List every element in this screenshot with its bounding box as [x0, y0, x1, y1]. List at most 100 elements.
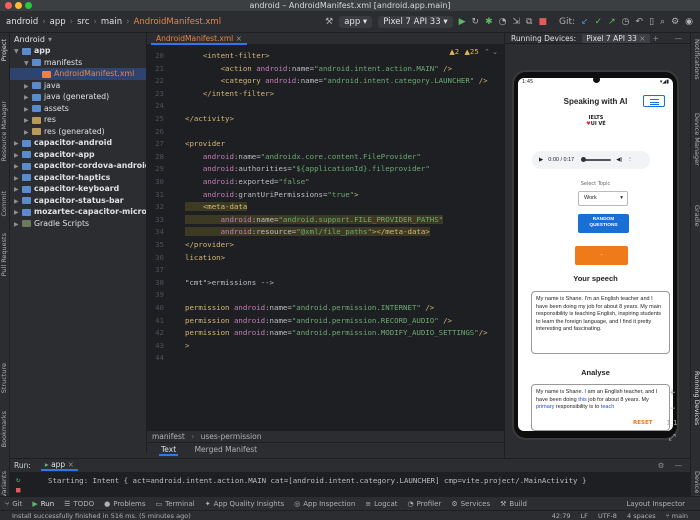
breadcrumb-manifest[interactable]: AndroidManifest.xml [132, 17, 224, 27]
project-view-header[interactable]: Android ▾ [10, 33, 146, 45]
device-tab[interactable]: Pixel 7 API 33 × [582, 33, 650, 43]
close-tab-icon[interactable]: × [236, 34, 242, 43]
tool-window-todo[interactable]: ☰ TODO [59, 500, 99, 508]
audio-progress-knob[interactable] [581, 157, 587, 162]
tool-window-services[interactable]: ⚙ Services [446, 500, 495, 508]
attach-debugger-icon[interactable]: ⧉ [523, 17, 535, 27]
minimize-window-button[interactable] [15, 2, 22, 9]
tool-window-git[interactable]: ⑂ Git [0, 500, 27, 508]
breadcrumb-manifest-tag[interactable]: manifest [152, 432, 185, 441]
fit-screen-icon[interactable]: ⤢ [666, 433, 678, 443]
tree-item[interactable]: ▶ java [10, 80, 146, 92]
volume-icon[interactable]: ◀) [616, 157, 622, 163]
build-hammer-icon[interactable]: ⚒ [322, 17, 336, 27]
audio-player[interactable]: ▶ 0:00 / 0:17 ◀) ⋮ [532, 151, 650, 169]
zoom-out-icon[interactable]: − [666, 404, 678, 414]
chevron-down-icon[interactable]: ▾ [48, 35, 52, 44]
inspection-badge[interactable]: ▲2 ▲25 ⌃ ⌄ [449, 48, 498, 56]
tree-item[interactable]: ▶ assets [10, 103, 146, 115]
tree-item[interactable]: ▼ manifests [10, 57, 146, 69]
reset-button[interactable]: RESET [633, 420, 652, 426]
topic-select[interactable]: Work ▾ [578, 191, 628, 206]
run-console[interactable]: ↻ ■ Starting: Intent { act=android.inten… [10, 472, 690, 496]
tool-window-logcat[interactable]: ≡ Logcat [360, 500, 402, 508]
tool-window-build[interactable]: ⚒ Build [495, 500, 532, 508]
minimize-panel-icon[interactable]: — [675, 34, 683, 43]
settings-gear-icon[interactable]: ⚙ [668, 17, 682, 27]
tool-device-manager[interactable]: Device Manager [691, 113, 700, 166]
tool-window-app-quality-insights[interactable]: ✦ App Quality Insights [200, 500, 289, 508]
line-separator[interactable]: LF [581, 512, 588, 520]
breadcrumb-uses-permission[interactable]: uses-permission [201, 432, 262, 441]
tree-item[interactable]: ▶capacitor-cordova-android-plu [10, 160, 146, 172]
run-tab-app[interactable]: ▸ app × [40, 460, 78, 471]
chevron-right-icon[interactable]: ▶ [14, 219, 22, 231]
tool-bookmarks[interactable]: Bookmarks [0, 411, 10, 447]
tree-item[interactable]: ▶ capacitor-keyboard [10, 183, 146, 195]
tree-item[interactable]: ▼ app [10, 45, 146, 57]
play-icon[interactable]: ▶ [539, 157, 543, 163]
tool-window-run[interactable]: ▶ Run [27, 500, 59, 508]
tool-window-profiler[interactable]: ◔ Profiler [403, 500, 447, 508]
tree-item[interactable]: ▶ capacitor-status-bar [10, 195, 146, 207]
git-commit-icon[interactable]: ✓ [592, 17, 606, 27]
tab-text[interactable]: Text [159, 445, 179, 456]
tree-item[interactable]: ▶ Gradle Scripts [10, 218, 146, 230]
close-tab-icon[interactable]: × [68, 460, 74, 469]
add-device-icon[interactable]: + [653, 34, 659, 43]
tool-window-problems[interactable]: ● Problems [99, 500, 150, 508]
cursor-position[interactable]: 42:79 [552, 512, 571, 520]
tree-item[interactable]: ▶ capacitor-haptics [10, 172, 146, 184]
tool-pull-requests[interactable]: Pull Requests [0, 233, 10, 276]
zoom-in-icon[interactable]: + [666, 388, 678, 398]
close-window-button[interactable] [5, 2, 12, 9]
git-history-icon[interactable]: ◷ [619, 17, 633, 27]
file-encoding[interactable]: UTF-8 [598, 512, 617, 520]
tree-item[interactable]: ▶ res (generated) [10, 126, 146, 138]
chevron-up-icon[interactable]: ⌃ [484, 48, 490, 56]
device-select[interactable]: Pixel 7 API 33 ▾ [378, 15, 453, 28]
hamburger-menu-button[interactable] [643, 95, 665, 107]
record-button[interactable]: - [575, 246, 628, 265]
breadcrumb-app[interactable]: app [48, 17, 68, 27]
stop-icon[interactable]: ■ [16, 485, 20, 494]
tool-window-app-inspection[interactable]: ◎ App Inspection [289, 500, 360, 508]
tree-item[interactable]: AndroidManifest.xml [10, 68, 146, 80]
zoom-actual-size[interactable]: 1:1 [666, 419, 678, 427]
code-editor[interactable]: 20 21 22 23 24 25 26 27 28 29 30 31 32 33 34 35 36 37 38 39… [147, 45, 504, 430]
tree-item[interactable]: ▶ capacitor-android [10, 137, 146, 149]
git-push-icon[interactable]: ↗ [605, 17, 619, 27]
git-rollback-icon[interactable]: ↶ [633, 17, 647, 27]
run-config-select[interactable]: app ▾ [339, 15, 373, 28]
tree-item[interactable]: ▶ res [10, 114, 146, 126]
tool-resource-manager[interactable]: Resource Manager [0, 101, 10, 161]
audio-progress[interactable] [581, 157, 612, 162]
rerun-icon[interactable]: ↻ [16, 475, 20, 484]
breadcrumb-android[interactable]: android [4, 17, 40, 27]
app-screen[interactable]: 1:45 ▾◢▮ Speaking with AI IELTS ♥UI VÉ ▶… [518, 78, 673, 431]
tool-commit[interactable]: Commit [0, 191, 10, 217]
tool-running-devices[interactable]: Running Devices [691, 371, 700, 425]
tool-window-terminal[interactable]: ▭ Terminal [151, 500, 200, 508]
tree-item[interactable]: ▶ capacitor-app [10, 149, 146, 161]
tool-notifications[interactable]: Notifications [691, 39, 700, 80]
minimize-panel-icon[interactable]: — [675, 461, 683, 470]
project-view-mode[interactable]: Android [14, 35, 45, 44]
editor-tab-manifest[interactable]: AndroidManifest.xml × [151, 33, 247, 45]
more-icon[interactable]: ⋮ [627, 157, 633, 163]
tree-item[interactable]: ▶mozartec-capacitor-microphon [10, 206, 146, 218]
tool-structure[interactable]: Structure [0, 363, 10, 393]
tool-window-layout-inspector[interactable]: Layout Inspector [621, 500, 690, 508]
breadcrumb-src[interactable]: src [75, 17, 91, 27]
git-update-icon[interactable]: ↙ [578, 17, 592, 27]
assistant-icon[interactable]: ◉ [682, 17, 696, 27]
breadcrumb-main[interactable]: main [99, 17, 124, 27]
apply-changes-icon[interactable]: ⇲ [509, 17, 523, 27]
tree-item[interactable]: ▶ java (generated) [10, 91, 146, 103]
tool-project[interactable]: Project [0, 39, 10, 61]
search-icon[interactable]: ⌕ [657, 17, 668, 27]
git-branch[interactable]: ⑂ main [666, 512, 688, 520]
debug-icon[interactable]: ✱ [482, 17, 496, 27]
tab-merged-manifest[interactable]: Merged Manifest [195, 445, 258, 454]
profile-icon[interactable]: ◔ [496, 17, 510, 27]
